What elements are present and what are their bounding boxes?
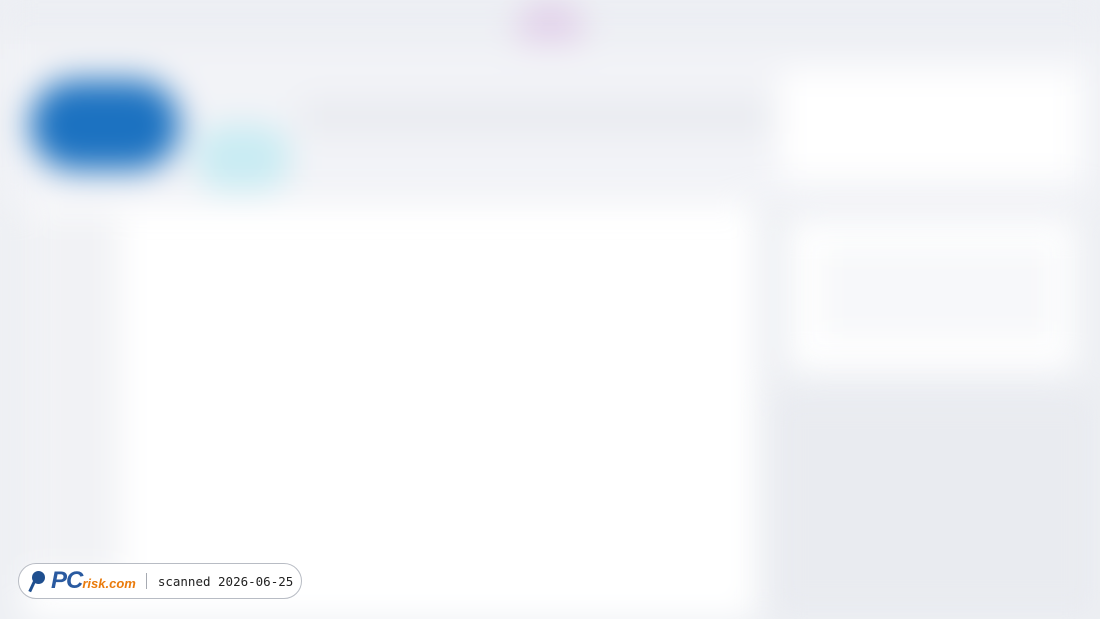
blurred-content: [0, 0, 1100, 619]
main-content-panel: [25, 205, 755, 619]
left-column-strip: [25, 215, 120, 575]
scan-date-text: scanned 2026-06-25: [157, 573, 294, 589]
blue-button-shape: [30, 80, 180, 170]
sidebar-lower-area: [770, 390, 1100, 619]
blurred-page: PC risk.com scanned 2026-06-25: [0, 0, 1100, 619]
magnifier-icon: [28, 569, 47, 593]
header-right-panel: [780, 70, 1080, 180]
watermark-badge: PC risk.com scanned 2026-06-25: [18, 563, 302, 599]
badge-divider: [145, 573, 147, 589]
brand-prefix: PC: [51, 567, 83, 594]
teal-tag-shape: [195, 125, 290, 190]
sidebar-inner-card: [820, 245, 1055, 340]
brand-suffix: risk.com: [82, 576, 136, 591]
header-title-bar: [300, 100, 770, 134]
brand-logo: PC risk.com: [51, 567, 136, 595]
